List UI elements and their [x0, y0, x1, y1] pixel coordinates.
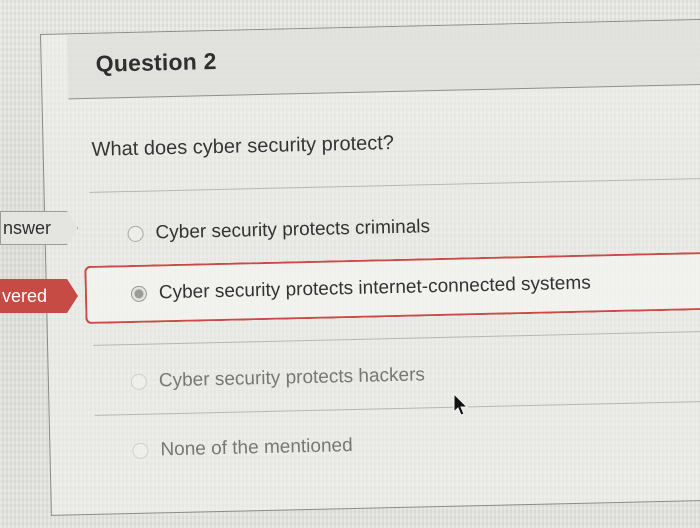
- question-text: What does cyber security protect?: [91, 132, 395, 161]
- correct-answer-tag: nswer: [0, 211, 78, 245]
- answer-option-label: Cyber security protects internet-connect…: [158, 272, 591, 304]
- radio-icon[interactable]: [132, 442, 149, 460]
- answer-option-label: None of the mentioned: [160, 435, 353, 461]
- quiz-page: Question 2 What does cyber security prot…: [0, 0, 700, 528]
- answer-option-none[interactable]: None of the mentioned: [88, 407, 700, 481]
- question-header: Question 2: [67, 19, 700, 100]
- divider: [89, 177, 700, 193]
- question-title: Question 2: [95, 48, 217, 77]
- answer-option-label: Cyber security protects criminals: [155, 216, 431, 244]
- answer-option-criminals[interactable]: Cyber security protects criminals: [83, 190, 700, 264]
- radio-icon[interactable]: [127, 225, 144, 243]
- answer-option-label: Cyber security protects hackers: [158, 364, 426, 392]
- question-card: Question 2 What does cyber security prot…: [40, 18, 700, 516]
- answer-option-hackers[interactable]: Cyber security protects hackers: [86, 338, 700, 412]
- radio-selected-icon[interactable]: [130, 285, 148, 303]
- radio-icon[interactable]: [130, 373, 148, 391]
- mouse-pointer-icon: [453, 393, 469, 416]
- answered-tag: vered: [0, 279, 78, 313]
